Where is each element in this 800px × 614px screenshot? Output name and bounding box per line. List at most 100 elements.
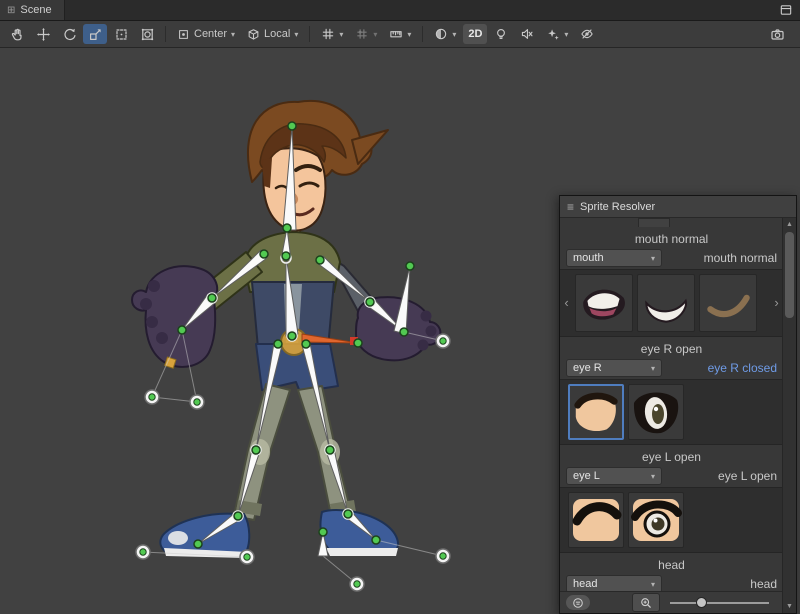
grid-visibility-dropdown[interactable]: ▾ xyxy=(316,24,348,44)
thumbnail-eye-r-open[interactable] xyxy=(628,384,684,440)
scene-visibility-toggle[interactable] xyxy=(575,24,599,44)
chevron-down-icon: ▾ xyxy=(231,30,235,39)
orientation-dropdown[interactable]: Local ▾ xyxy=(242,24,303,44)
sprite-resolver-footer xyxy=(560,591,783,613)
mouth-category-dropdown[interactable]: mouth ▾ xyxy=(566,249,662,267)
scroll-down-icon[interactable]: ▼ xyxy=(783,600,796,612)
chevron-down-icon: ▾ xyxy=(651,364,655,373)
chevron-down-icon: ▾ xyxy=(407,30,411,39)
thumbnail-sliver xyxy=(638,218,670,227)
thumbnail-mouth-closed[interactable] xyxy=(637,274,695,332)
chevron-down-icon: ▾ xyxy=(651,580,655,589)
draw-mode-dropdown[interactable]: ▾ xyxy=(429,24,461,44)
rect-tool-icon xyxy=(114,27,129,42)
window-layout-icon xyxy=(779,3,793,17)
thumbnail-eye-l-closed[interactable] xyxy=(568,492,624,548)
magnifier-plus-icon xyxy=(640,597,652,609)
slider-handle[interactable] xyxy=(696,597,707,608)
section-header-head: head xyxy=(560,558,783,572)
thumbnail-zoom-slider[interactable] xyxy=(670,596,769,610)
snap-grid-icon xyxy=(355,27,369,41)
snap-increment-dropdown[interactable]: ▾ xyxy=(384,24,416,44)
move-icon xyxy=(36,27,51,42)
scene-camera-button[interactable] xyxy=(765,24,789,44)
scale-tool-button[interactable] xyxy=(83,24,107,44)
scrollbar-thumb[interactable] xyxy=(785,232,794,318)
thumbnail-eye-r-closed[interactable] xyxy=(568,384,624,440)
chevron-down-icon: ▾ xyxy=(452,30,456,39)
scene-tab[interactable]: ⊞ Scene xyxy=(0,0,65,20)
move-tool-button[interactable] xyxy=(31,24,55,44)
camera-icon xyxy=(770,27,785,42)
head-current-label: head xyxy=(750,577,777,591)
hand-icon xyxy=(10,27,25,42)
chevron-down-icon: ▾ xyxy=(651,254,655,263)
rotate-icon xyxy=(62,27,77,42)
ruler-icon xyxy=(389,27,403,41)
head-dropdown-label: head xyxy=(573,578,597,590)
mouth-dropdown-label: mouth xyxy=(573,252,604,264)
section-header-eye-r: eye R open xyxy=(560,342,783,356)
pivot-mode-label: Center xyxy=(194,28,227,40)
thumbnail-eye-l-open[interactable] xyxy=(628,492,684,548)
chevron-left-icon[interactable]: ‹ xyxy=(562,274,571,332)
eye-r-category-dropdown[interactable]: eye R ▾ xyxy=(566,359,662,377)
scroll-up-icon[interactable]: ▲ xyxy=(783,218,796,230)
section-header-mouth: mouth normal xyxy=(560,232,783,246)
eye-l-thumbnail-strip xyxy=(560,487,783,553)
transform-tool-button[interactable] xyxy=(135,24,159,44)
eye-icon xyxy=(580,27,594,41)
slider-track[interactable] xyxy=(670,602,769,604)
scene-lighting-toggle[interactable] xyxy=(489,24,513,44)
filter-button[interactable] xyxy=(566,595,590,610)
chevron-down-icon: ▾ xyxy=(651,472,655,481)
view-tool-button[interactable] xyxy=(5,24,29,44)
chevron-down-icon: ▾ xyxy=(339,30,343,39)
filter-icon xyxy=(572,597,584,609)
eye-l-current-label: eye L open xyxy=(718,469,777,483)
orientation-label: Local xyxy=(264,28,290,40)
grid-icon: ⊞ xyxy=(7,5,15,16)
toolbar-separator xyxy=(422,26,423,42)
chevron-right-icon[interactable]: › xyxy=(772,274,781,332)
scene-effects-dropdown[interactable]: ▾ xyxy=(541,24,573,44)
eye-l-category-dropdown[interactable]: eye L ▾ xyxy=(566,467,662,485)
audio-muted-icon xyxy=(520,27,534,41)
effects-sparkle-icon xyxy=(546,27,560,41)
tab-bar: ⊞ Scene xyxy=(0,0,800,21)
toolbar-separator xyxy=(309,26,310,42)
eye-r-current-label[interactable]: eye R closed xyxy=(708,361,777,375)
chevron-down-icon: ▾ xyxy=(294,30,298,39)
thumbnail-mouth-smirk[interactable] xyxy=(699,274,757,332)
scene-tab-label: Scene xyxy=(20,4,51,16)
light-bulb-icon xyxy=(494,27,508,41)
hamburger-icon[interactable]: ≡ xyxy=(567,200,574,214)
scene-audio-toggle[interactable] xyxy=(515,24,539,44)
eye-l-dropdown-label: eye L xyxy=(573,470,600,482)
section-header-eye-l: eye L open xyxy=(560,450,783,464)
sprite-resolver-panel: ≡ Sprite Resolver mouth normal mouth ▾ m… xyxy=(559,195,797,614)
panel-scrollbar[interactable]: ▲ ▼ xyxy=(782,218,796,613)
transform-icon xyxy=(140,27,155,42)
shaded-sphere-icon xyxy=(434,27,448,41)
thumbnail-mouth-open[interactable] xyxy=(575,274,633,332)
2d-mode-toggle[interactable]: 2D xyxy=(463,24,487,44)
toolbar-separator xyxy=(165,26,166,42)
pivot-mode-dropdown[interactable]: Center ▾ xyxy=(172,24,240,44)
mouth-current-label: mouth normal xyxy=(704,251,777,265)
chevron-down-icon: ▾ xyxy=(564,30,568,39)
2d-mode-label: 2D xyxy=(468,28,482,40)
rotate-tool-button[interactable] xyxy=(57,24,81,44)
head-category-dropdown[interactable]: head ▾ xyxy=(566,575,662,591)
grid-icon xyxy=(321,27,335,41)
sprite-resolver-header[interactable]: ≡ Sprite Resolver xyxy=(560,196,796,218)
sprite-resolver-content: mouth normal mouth ▾ mouth normal ‹ xyxy=(560,218,783,591)
scale-icon xyxy=(88,27,103,42)
zoom-button[interactable] xyxy=(632,593,660,612)
window-options-button[interactable] xyxy=(779,0,800,20)
mouth-thumbnail-strip: ‹ › xyxy=(560,269,783,337)
chevron-down-icon: ▾ xyxy=(373,30,377,39)
rect-tool-button[interactable] xyxy=(109,24,133,44)
grid-snapping-dropdown[interactable]: ▾ xyxy=(350,24,382,44)
eye-r-dropdown-label: eye R xyxy=(573,362,602,374)
